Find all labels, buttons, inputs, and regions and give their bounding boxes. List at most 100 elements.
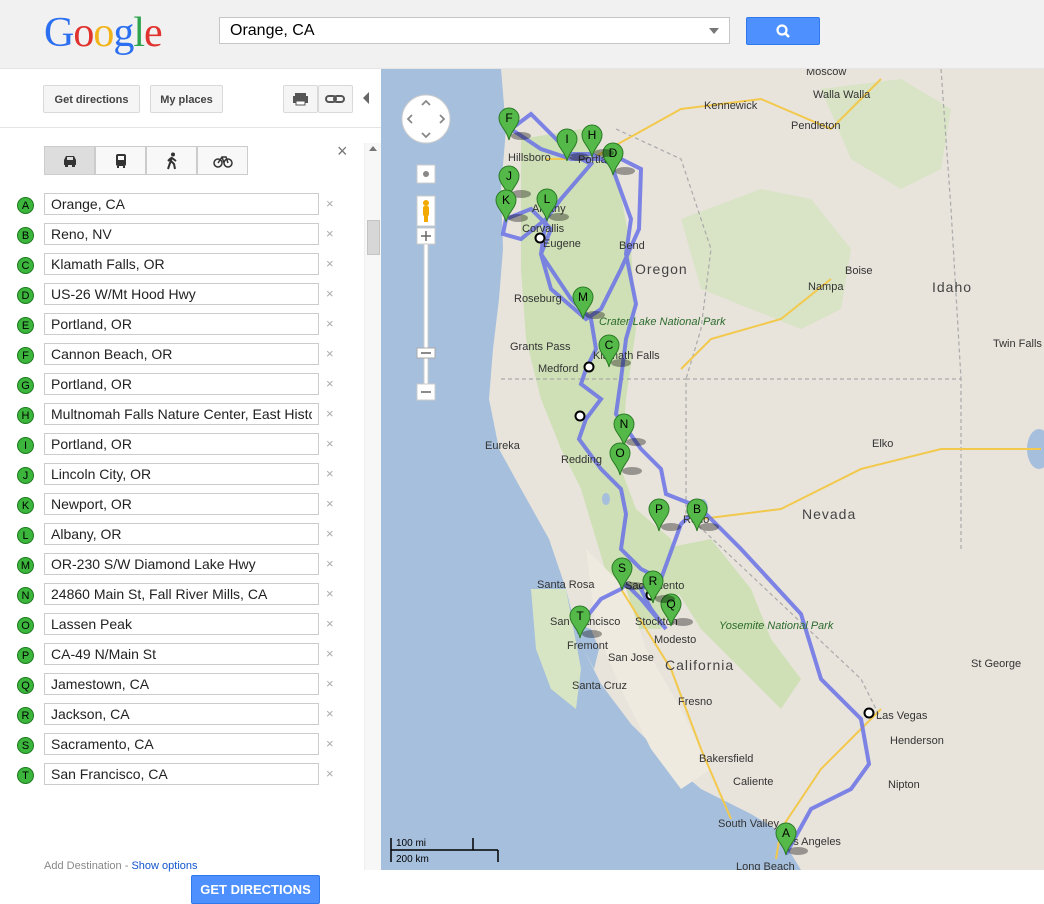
map-canvas[interactable]: Oregon Idaho Nevada California Moscow Ke…: [381, 69, 1044, 870]
waypoint-marker-icon[interactable]: D: [17, 287, 34, 304]
separator: -: [121, 860, 132, 872]
waypoint-input[interactable]: [44, 373, 319, 395]
map-svg[interactable]: Oregon Idaho Nevada California Moscow Ke…: [381, 69, 1044, 870]
remove-waypoint-icon[interactable]: ×: [326, 706, 334, 721]
mode-bike[interactable]: [197, 146, 248, 175]
waypoint-input[interactable]: [44, 553, 319, 575]
remove-waypoint-icon[interactable]: ×: [326, 556, 334, 571]
waypoint-marker-icon[interactable]: S: [17, 737, 34, 754]
get-directions-button[interactable]: GET DIRECTIONS: [191, 875, 320, 904]
remove-waypoint-icon[interactable]: ×: [326, 736, 334, 751]
waypoint-marker-icon[interactable]: F: [17, 347, 34, 364]
chevron-down-icon[interactable]: [709, 28, 719, 34]
waypoint-marker-icon[interactable]: R: [17, 707, 34, 724]
remove-waypoint-icon[interactable]: ×: [326, 766, 334, 781]
waypoint-input[interactable]: [44, 703, 319, 725]
waypoint-input[interactable]: [44, 223, 319, 245]
mode-walk[interactable]: [146, 146, 197, 175]
link-button[interactable]: [318, 85, 353, 113]
print-button[interactable]: [283, 85, 318, 113]
mode-transit[interactable]: [95, 146, 146, 175]
show-options-link[interactable]: Show options: [131, 860, 197, 872]
remove-waypoint-icon[interactable]: ×: [326, 496, 334, 511]
remove-waypoint-icon[interactable]: ×: [326, 316, 334, 331]
pin-label: B: [693, 502, 701, 516]
search-box[interactable]: [219, 17, 730, 44]
waypoint-input[interactable]: [44, 493, 319, 515]
waypoint-input[interactable]: [44, 253, 319, 275]
remove-waypoint-icon[interactable]: ×: [326, 466, 334, 481]
remove-waypoint-icon[interactable]: ×: [326, 676, 334, 691]
remove-waypoint-icon[interactable]: ×: [326, 256, 334, 271]
waypoint-marker-icon[interactable]: Q: [17, 677, 34, 694]
remove-waypoint-icon[interactable]: ×: [326, 346, 334, 361]
waypoint-marker-icon[interactable]: H: [17, 407, 34, 424]
waypoint-input[interactable]: [44, 463, 319, 485]
waypoint-input[interactable]: [44, 433, 319, 455]
remove-waypoint-icon[interactable]: ×: [326, 286, 334, 301]
waypoint-marker-icon[interactable]: P: [17, 647, 34, 664]
my-places-tab[interactable]: My places: [150, 85, 223, 113]
remove-waypoint-icon[interactable]: ×: [326, 586, 334, 601]
mode-car[interactable]: [44, 146, 95, 175]
remove-waypoint-icon[interactable]: ×: [326, 616, 334, 631]
waypoint-input[interactable]: [44, 673, 319, 695]
waypoint-input[interactable]: [44, 523, 319, 545]
scrollbar[interactable]: [364, 143, 381, 870]
waypoint-marker-icon[interactable]: B: [17, 227, 34, 244]
waypoint-input[interactable]: [44, 763, 319, 785]
remove-waypoint-icon[interactable]: ×: [326, 646, 334, 661]
pin-label: F: [505, 111, 512, 125]
search-input[interactable]: [230, 21, 700, 41]
scale-km: 200 km: [396, 854, 429, 865]
svg-text:Las Vegas: Las Vegas: [876, 710, 928, 722]
state-label-oregon: Oregon: [635, 261, 688, 277]
waypoint-marker-icon[interactable]: N: [17, 587, 34, 604]
waypoint-marker-icon[interactable]: M: [17, 557, 34, 574]
waypoint-input[interactable]: [44, 283, 319, 305]
waypoint-input[interactable]: [44, 193, 319, 215]
waypoint-marker-icon[interactable]: I: [17, 437, 34, 454]
waypoint-input[interactable]: [44, 643, 319, 665]
waypoint-marker-icon[interactable]: C: [17, 257, 34, 274]
waypoint-marker-icon[interactable]: K: [17, 497, 34, 514]
waypoint-marker-icon[interactable]: J: [17, 467, 34, 484]
scroll-up-icon[interactable]: [369, 146, 377, 151]
waypoint-marker-icon[interactable]: L: [17, 527, 34, 544]
waypoint-input[interactable]: [44, 733, 319, 755]
waypoint-marker-icon[interactable]: O: [17, 617, 34, 634]
remove-waypoint-icon[interactable]: ×: [326, 376, 334, 391]
waypoint-input[interactable]: [44, 313, 319, 335]
waypoint-marker-icon[interactable]: E: [17, 317, 34, 334]
close-directions-icon[interactable]: ×: [337, 142, 348, 160]
state-label-idaho: Idaho: [932, 279, 972, 295]
directions-panel: Get directions My places × A Orange, CA …: [0, 69, 381, 904]
svg-text:Grants Pass: Grants Pass: [510, 341, 571, 353]
search-button[interactable]: [746, 17, 820, 45]
waypoint-input[interactable]: [44, 343, 319, 365]
svg-text:Eureka: Eureka: [485, 440, 521, 452]
waypoint-row: R×: [17, 701, 367, 731]
waypoint-row: F×: [17, 341, 367, 371]
pin-label: L: [544, 192, 551, 206]
remove-waypoint-icon[interactable]: ×: [326, 226, 334, 241]
remove-waypoint-icon[interactable]: ×: [326, 196, 334, 211]
transit-icon: [115, 153, 126, 168]
waypoint-input[interactable]: [44, 583, 319, 605]
remove-waypoint-icon[interactable]: ×: [326, 406, 334, 421]
collapse-panel-icon[interactable]: [363, 92, 369, 104]
zoom-slider-track[interactable]: [423, 243, 429, 385]
waypoint-row: M×: [17, 551, 367, 581]
remove-waypoint-icon[interactable]: ×: [326, 436, 334, 451]
remove-waypoint-icon[interactable]: ×: [326, 526, 334, 541]
google-logo[interactable]: Google: [44, 10, 163, 56]
waypoint-marker-icon[interactable]: G: [17, 377, 34, 394]
get-directions-tab[interactable]: Get directions: [43, 85, 140, 113]
print-icon: [293, 93, 308, 106]
add-destination-link[interactable]: Add Destination: [44, 860, 122, 872]
waypoint-marker-icon[interactable]: T: [17, 767, 34, 784]
waypoint-input[interactable]: [44, 403, 319, 425]
scrollbar-thumb[interactable]: [367, 220, 380, 255]
waypoint-input[interactable]: [44, 613, 319, 635]
waypoint-marker-icon[interactable]: A: [17, 197, 34, 214]
